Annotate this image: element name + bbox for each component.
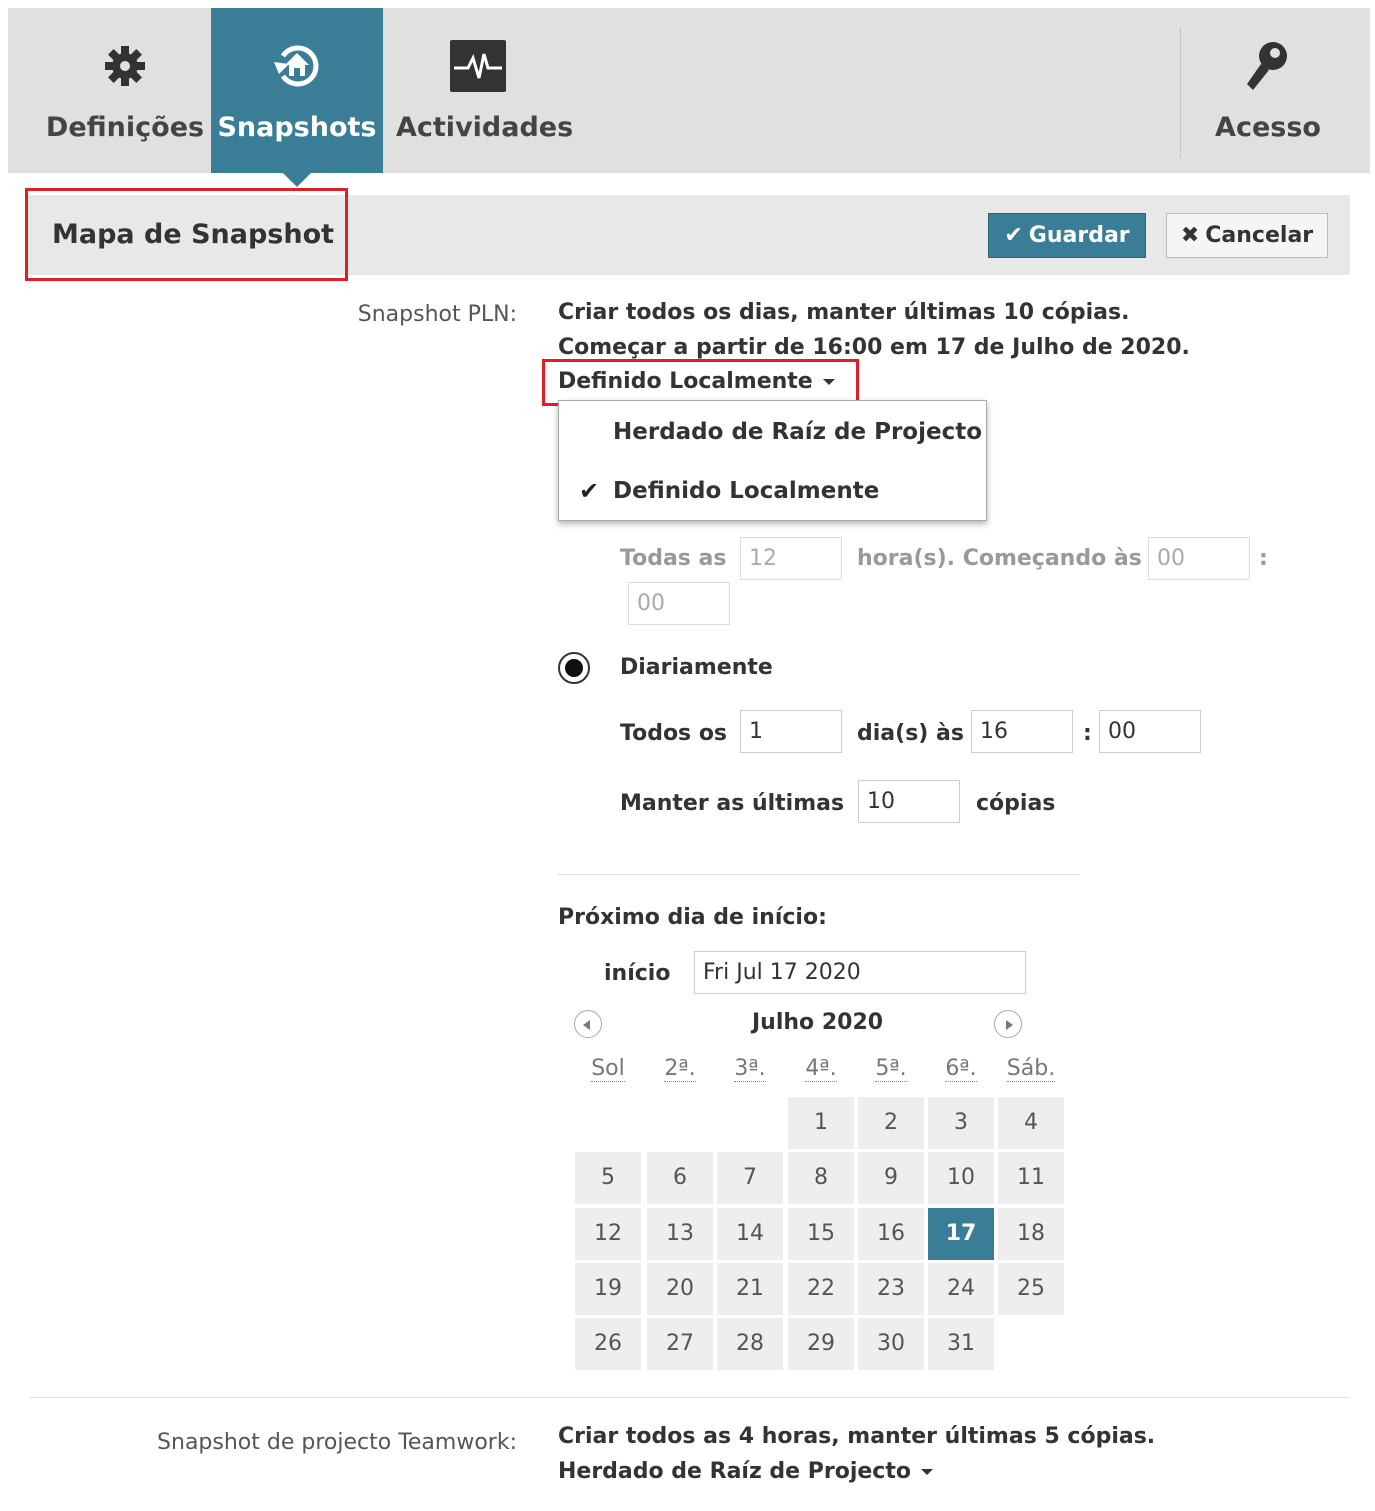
- start-date-input[interactable]: Fri Jul 17 2020: [694, 951, 1026, 994]
- teamwork-summary: Criar todos as 4 horas, manter últimas 5…: [558, 1424, 1156, 1449]
- top-toolbar: Definições Snapshots Actividades Acesso: [8, 8, 1370, 187]
- tab-snapshots[interactable]: Snapshots: [211, 8, 383, 187]
- save-button-label: Guardar: [1028, 223, 1130, 248]
- teamwork-mode-dropdown[interactable]: Herdado de Raíz de Projecto: [558, 1459, 933, 1484]
- tab-acesso[interactable]: Acesso: [1198, 8, 1338, 173]
- calendar-day-selected[interactable]: 17: [928, 1208, 994, 1260]
- tab-actividades-label: Actividades: [396, 112, 574, 143]
- hourly-start-min-input[interactable]: 00: [628, 582, 730, 625]
- arrow-left-icon: [583, 1020, 590, 1030]
- snapshot-pln-label: Snapshot PLN:: [357, 302, 517, 327]
- calendar-day[interactable]: 19: [575, 1263, 641, 1315]
- daily-label: Diariamente: [620, 655, 773, 680]
- calendar-day[interactable]: 2: [858, 1097, 924, 1149]
- calendar-day[interactable]: 16: [858, 1208, 924, 1260]
- calendar-day[interactable]: 13: [647, 1208, 713, 1260]
- keep-suffix: cópias: [976, 791, 1056, 816]
- calendar-day[interactable]: 7: [717, 1152, 783, 1204]
- calendar-day[interactable]: 26: [575, 1318, 641, 1370]
- menu-item-definido[interactable]: Definido Localmente: [613, 478, 879, 504]
- calendar-month-label: Julho 2020: [752, 1010, 884, 1035]
- calendar-day[interactable]: 31: [928, 1318, 994, 1370]
- menu-item-herdado[interactable]: Herdado de Raíz de Projecto: [613, 419, 982, 445]
- weekday-header: 5ª.: [875, 1056, 907, 1082]
- calendar-day[interactable]: 30: [858, 1318, 924, 1370]
- calendar-day[interactable]: 12: [575, 1208, 641, 1260]
- daily-days-input[interactable]: 1: [740, 710, 842, 753]
- weekday-header: 6ª.: [945, 1056, 977, 1082]
- hourly-middle: hora(s). Começando às: [857, 546, 1142, 571]
- teamwork-mode-selected: Herdado de Raíz de Projecto: [558, 1459, 911, 1484]
- tab-definicoes-label: Definições: [45, 112, 205, 143]
- tab-definicoes[interactable]: Definições: [40, 8, 210, 173]
- calendar-day[interactable]: 28: [717, 1318, 783, 1370]
- hourly-start-hour-input[interactable]: 00: [1148, 537, 1250, 580]
- calendar-prev-button[interactable]: [574, 1010, 602, 1038]
- cancel-button[interactable]: ✖ Cancelar: [1166, 213, 1328, 258]
- hourly-colon: :: [1259, 546, 1268, 571]
- activity-pulse-icon: [448, 36, 508, 96]
- arrow-right-icon: [1006, 1020, 1013, 1030]
- calendar-day[interactable]: 9: [858, 1152, 924, 1204]
- calendar-day[interactable]: 4: [998, 1097, 1064, 1149]
- calendar-day[interactable]: 27: [647, 1318, 713, 1370]
- calendar-day[interactable]: 24: [928, 1263, 994, 1315]
- keep-prefix: Manter as últimas: [620, 791, 845, 816]
- save-button[interactable]: ✔ Guardar: [988, 213, 1146, 258]
- calendar-day[interactable]: 20: [647, 1263, 713, 1315]
- daily-radio[interactable]: [558, 652, 590, 684]
- key-icon: [1238, 36, 1298, 96]
- toolbar-separator: [1180, 28, 1181, 158]
- gear-icon: [95, 36, 155, 96]
- calendar-day[interactable]: 21: [717, 1263, 783, 1315]
- daily-min-input[interactable]: 00: [1099, 710, 1201, 753]
- pln-summary-line2: Começar a partir de 16:00 em 17 de Julho…: [558, 335, 1190, 360]
- calendar-day[interactable]: 23: [858, 1263, 924, 1315]
- calendar-day[interactable]: 22: [788, 1263, 854, 1315]
- calendar-day[interactable]: 18: [998, 1208, 1064, 1260]
- calendar-day[interactable]: 15: [788, 1208, 854, 1260]
- weekday-header: 4ª.: [805, 1056, 837, 1082]
- weekday-header: 2ª.: [664, 1056, 696, 1082]
- pln-summary-line1: Criar todos os dias, manter últimas 10 c…: [558, 300, 1130, 325]
- daily-middle: dia(s) às: [857, 721, 964, 746]
- section-divider: [30, 1397, 1350, 1398]
- tab-actividades[interactable]: Actividades: [396, 8, 574, 173]
- calendar-next-button[interactable]: [994, 1010, 1022, 1038]
- calendar-day[interactable]: 1: [788, 1097, 854, 1149]
- calendar-day[interactable]: 14: [717, 1208, 783, 1260]
- keep-copies-input[interactable]: 10: [858, 780, 960, 823]
- check-icon: ✔: [1004, 223, 1023, 248]
- weekday-header: Sáb.: [1006, 1056, 1056, 1082]
- calendar-day[interactable]: 5: [575, 1152, 641, 1204]
- pln-mode-menu: Herdado de Raíz de Projecto ✔ Definido L…: [558, 400, 987, 521]
- highlight-box-dropdown: [542, 359, 859, 406]
- weekday-header: 3ª.: [734, 1056, 766, 1082]
- teamwork-label: Snapshot de projecto Teamwork:: [157, 1430, 517, 1455]
- divider: [558, 874, 1080, 875]
- calendar-day[interactable]: 8: [788, 1152, 854, 1204]
- chevron-down-icon: [920, 1469, 933, 1475]
- close-icon: ✖: [1180, 223, 1200, 248]
- calendar-day[interactable]: 11: [998, 1152, 1064, 1204]
- tab-acesso-label: Acesso: [1215, 112, 1321, 143]
- calendar-day[interactable]: 10: [928, 1152, 994, 1204]
- snapshot-restore-icon: [267, 36, 327, 96]
- calendar-day[interactable]: 6: [647, 1152, 713, 1204]
- cancel-button-label: Cancelar: [1205, 223, 1314, 248]
- weekday-header: Sol: [591, 1056, 625, 1082]
- highlight-box-title: [25, 188, 348, 281]
- hourly-prefix: Todas as: [620, 546, 727, 571]
- hourly-hours-input[interactable]: 12: [740, 537, 842, 580]
- tab-snapshots-label: Snapshots: [217, 112, 377, 143]
- daily-hour-input[interactable]: 16: [971, 710, 1073, 753]
- next-start-title: Próximo dia de início:: [558, 905, 827, 930]
- daily-colon: :: [1083, 721, 1092, 746]
- calendar-day[interactable]: 3: [928, 1097, 994, 1149]
- start-field-label: início: [604, 961, 671, 986]
- checkmark-icon: ✔: [579, 477, 600, 505]
- calendar-day[interactable]: 29: [788, 1318, 854, 1370]
- daily-prefix: Todos os: [620, 721, 728, 746]
- calendar-day[interactable]: 25: [998, 1263, 1064, 1315]
